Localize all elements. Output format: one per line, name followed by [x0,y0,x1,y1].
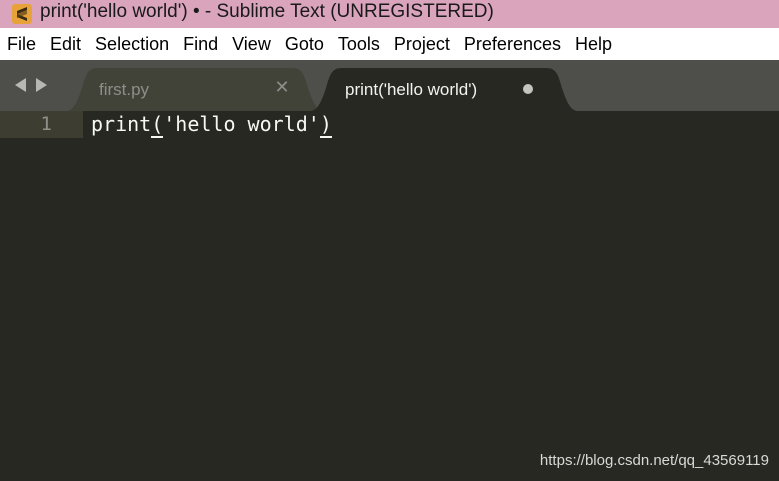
menu-edit[interactable]: Edit [43,34,81,55]
menu-bar: File Edit Selection Find View Goto Tools… [0,28,779,60]
watermark: https://blog.csdn.net/qq_43569119 [539,452,769,469]
menu-view[interactable]: View [225,34,271,55]
code-open-paren: ( [151,112,164,138]
tab-nav-arrows [14,76,48,94]
sublime-text-window: print('hello world') • - Sublime Text (U… [0,0,779,481]
menu-preferences[interactable]: Preferences [457,34,561,55]
unsaved-dot-icon[interactable] [523,84,533,94]
tab-first-py[interactable]: first.py [99,80,149,100]
menu-goto[interactable]: Goto [278,34,324,55]
menu-selection[interactable]: Selection [88,34,169,55]
menu-help[interactable]: Help [568,34,612,55]
title-bar[interactable]: print('hello world') • - Sublime Text (U… [0,0,779,28]
chevron-right-icon[interactable] [34,76,48,94]
tab-print-hello-world[interactable]: print('hello world') [345,80,477,100]
sublime-text-logo-icon [12,4,32,24]
code-line[interactable]: print('hello world') [91,111,332,138]
menu-find[interactable]: Find [176,34,218,55]
menu-project[interactable]: Project [387,34,450,55]
close-icon[interactable]: ✕ [274,79,290,97]
line-number: 1 [40,113,52,135]
menu-tools[interactable]: Tools [331,34,380,55]
editor-area[interactable]: 1 print('hello world') [0,111,779,481]
menu-file[interactable]: File [0,34,36,55]
window-title: print('hello world') • - Sublime Text (U… [40,1,494,22]
code-string: 'hello world' [163,112,320,136]
code-func: print [91,112,152,136]
code-close-paren: ) [319,112,332,138]
chevron-left-icon[interactable] [14,76,28,94]
